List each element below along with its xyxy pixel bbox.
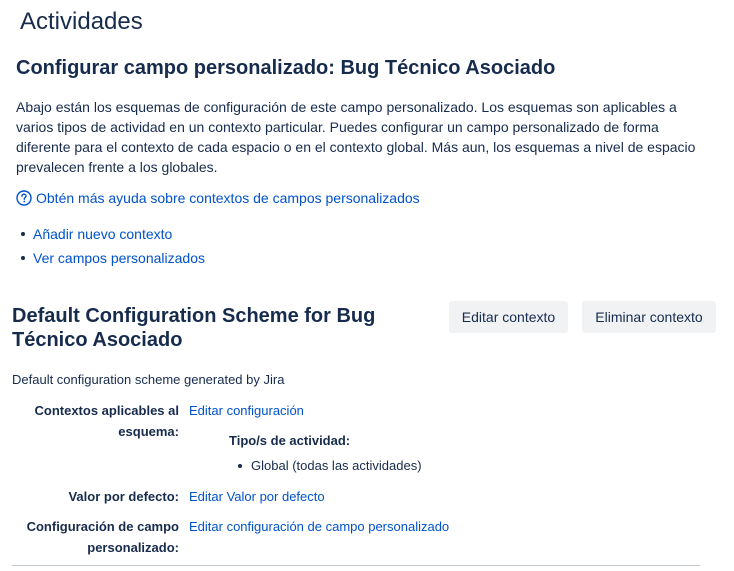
contexts-value: Editar configuración: [189, 400, 304, 421]
section-title: Configurar campo personalizado: Bug Técn…: [16, 57, 556, 79]
divider: [12, 565, 700, 566]
list-item: Añadir nuevo contexto: [16, 222, 205, 246]
action-list: Añadir nuevo contexto Ver campos persona…: [16, 222, 205, 270]
contexts-label: Contextos aplicables al esquema:: [34, 403, 180, 439]
help-link-label: Obtén más ayuda sobre contextos de campo…: [36, 190, 420, 206]
add-context-link[interactable]: Añadir nuevo contexto: [33, 222, 172, 246]
edit-field-config-link[interactable]: Editar configuración de campo personaliz…: [189, 519, 449, 534]
page-title: Actividades: [20, 8, 143, 35]
issue-types-label: Tipo/s de actividad:: [229, 433, 351, 448]
bullet-icon: [238, 463, 242, 468]
default-value-label: Valor por defecto:: [68, 489, 179, 504]
edit-default-value-link[interactable]: Editar Valor por defecto: [189, 489, 325, 504]
page-description: Abajo están los esquemas de configuració…: [16, 99, 696, 175]
list-item: Global (todas las actividades): [238, 458, 422, 473]
default-value: Editar Valor por defecto: [189, 486, 325, 507]
view-custom-fields-link[interactable]: Ver campos personalizados: [33, 246, 205, 270]
scheme-description: Default configuration scheme generated b…: [12, 372, 285, 387]
bullet-icon: [21, 256, 25, 260]
edit-configuration-link[interactable]: Editar configuración: [189, 403, 304, 418]
bullet-icon: [21, 232, 25, 236]
scheme-title: Default Configuration Scheme for Bug Téc…: [12, 305, 376, 351]
delete-context-button[interactable]: Eliminar contexto: [582, 301, 716, 333]
issue-type-global: Global (todas las actividades): [251, 458, 422, 473]
field-config-label: Configuración de campo personalizado:: [26, 519, 179, 555]
question-circle-icon: [16, 190, 32, 206]
help-link[interactable]: Obtén más ayuda sobre contextos de campo…: [16, 190, 420, 206]
field-config-value: Editar configuración de campo personaliz…: [189, 516, 449, 537]
edit-context-button[interactable]: Editar contexto: [449, 301, 568, 333]
list-item: Ver campos personalizados: [16, 246, 205, 270]
